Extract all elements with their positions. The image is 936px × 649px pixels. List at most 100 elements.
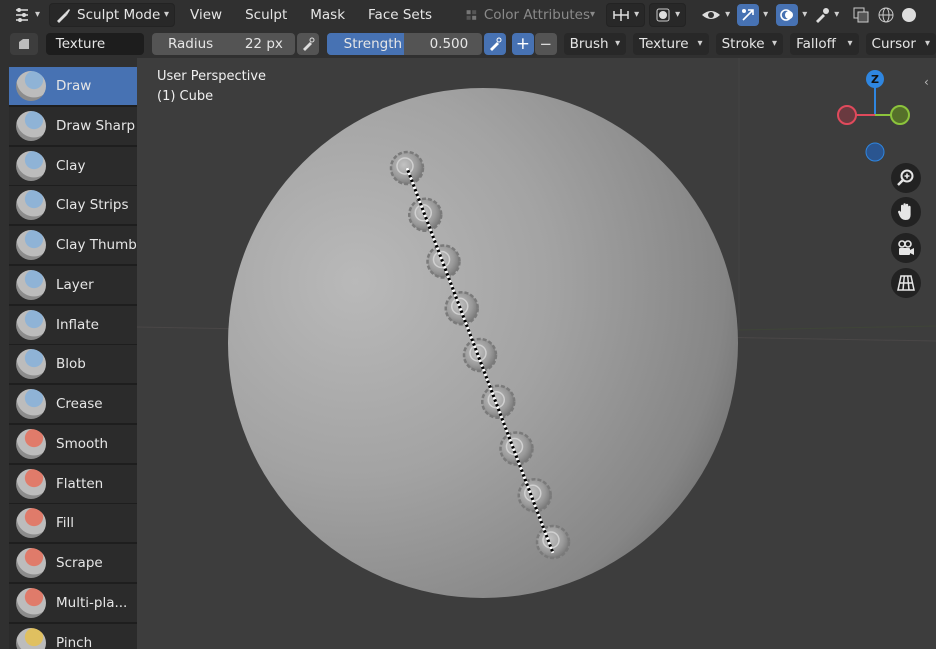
material-shading-button[interactable] — [898, 3, 920, 27]
tool-scrape[interactable]: Scrape — [9, 544, 137, 582]
camera-view-button[interactable] — [891, 233, 921, 263]
tool-clay-strips[interactable]: Clay Strips — [9, 186, 137, 225]
3d-viewport[interactable]: User Perspective (1) Cube — [137, 58, 936, 649]
strength-value: 0.500 — [429, 35, 469, 52]
zoom-button[interactable] — [891, 163, 921, 193]
brush-dab — [535, 524, 571, 560]
brush-icon — [16, 190, 46, 221]
stroke-dropdown[interactable]: Stroke ▾ — [715, 32, 784, 55]
direction-add-button[interactable]: + — [512, 32, 534, 55]
viewport-object-label: (1) Cube — [157, 89, 214, 104]
falloff-dropdown-label: Falloff — [796, 35, 836, 52]
tool-draw[interactable]: Draw — [9, 67, 137, 105]
brush-icon — [16, 269, 46, 300]
strength-label: Strength — [343, 35, 403, 52]
chevron-down-icon: ▾ — [164, 9, 170, 20]
tool-pinch[interactable]: Pinch — [9, 623, 137, 649]
tool-multi-pla[interactable]: Multi-pla... — [9, 583, 137, 622]
brush-dropdown[interactable]: Brush ▾ — [563, 32, 627, 55]
eyedropper-icon — [816, 7, 830, 23]
color-attributes-icon — [466, 9, 477, 20]
tool-crease[interactable]: Crease — [9, 385, 137, 423]
radius-pressure-toggle[interactable] — [296, 32, 319, 55]
strength-field[interactable]: Strength 0.500 — [326, 32, 483, 55]
direction-subtract-button[interactable]: − — [534, 32, 557, 55]
menu-view[interactable]: View — [185, 3, 227, 27]
tool-clay-thumb[interactable]: Clay Thumb — [9, 226, 137, 264]
solid-sphere-icon — [902, 7, 917, 22]
brush-icon — [16, 71, 46, 101]
tool-flatten[interactable]: Flatten — [9, 464, 137, 503]
radius-label: Radius — [167, 35, 214, 52]
axis-z-negative[interactable] — [865, 142, 885, 162]
hand-icon — [897, 203, 911, 220]
tool-draw-sharp[interactable]: Draw Sharp — [9, 106, 137, 145]
chevron-down-icon: ▾ — [763, 9, 769, 20]
sculpt-brush-icon — [57, 8, 71, 23]
menu-face-sets[interactable]: Face Sets — [363, 3, 437, 27]
texture-field-label: Texture — [55, 35, 106, 52]
tool-blob[interactable]: Blob — [9, 345, 137, 384]
tool-label: Crease — [56, 396, 103, 412]
symmetry-dropdown[interactable]: ▾ — [606, 2, 646, 27]
tool-label: Scrape — [56, 555, 103, 571]
axis-z-label: Z — [871, 73, 879, 86]
mode-label: Sculpt Mode — [77, 6, 161, 23]
brush-icon — [16, 548, 46, 578]
axis-y-negative[interactable] — [837, 105, 857, 125]
editor-type-button[interactable]: ▾ — [8, 3, 45, 27]
pen-pressure-icon — [302, 37, 315, 51]
tool-label: Clay — [56, 157, 86, 174]
perspective-toggle-button[interactable] — [891, 268, 921, 298]
plus-icon: + — [515, 33, 531, 54]
tool-clay[interactable]: Clay — [9, 146, 137, 185]
shading-dropdown[interactable]: ▾ — [649, 2, 687, 27]
gizmo-toggle[interactable]: ▾ — [737, 3, 768, 27]
navigation-gizmo[interactable]: Z — [825, 66, 925, 176]
sidebar-toggle-arrow[interactable]: ‹ — [924, 75, 929, 89]
tool-layer[interactable]: Layer — [9, 265, 137, 304]
chevron-down-icon: ▾ — [590, 9, 596, 20]
gizmo-icon — [737, 3, 760, 26]
visibility-dropdown[interactable]: ▾ — [696, 3, 735, 27]
chevron-down-icon: ▾ — [772, 38, 778, 49]
falloff-dropdown[interactable]: Falloff ▾ — [790, 32, 859, 55]
brush-icon — [16, 468, 46, 499]
radius-value: 22 px — [244, 35, 283, 52]
mask-tool-dropdown[interactable]: ▾ — [809, 3, 844, 27]
texture-dropdown[interactable]: Texture ▾ — [633, 32, 709, 55]
xray-toggle[interactable] — [850, 3, 872, 27]
overlay-toggle[interactable]: ▾ — [776, 3, 807, 27]
tool-label: Draw Sharp — [56, 117, 136, 134]
solid-shading-button[interactable] — [874, 3, 898, 27]
axis-y-positive[interactable] — [890, 105, 910, 125]
cursor-dropdown[interactable]: Cursor ▾ — [865, 32, 936, 55]
tool-label: Flatten — [56, 475, 104, 492]
chevron-down-icon: ▾ — [634, 9, 640, 20]
tool-label: Blob — [56, 356, 86, 373]
tool-inflate[interactable]: Inflate — [9, 305, 137, 344]
brush-dab — [462, 337, 498, 373]
color-attributes-label: Color Attributes — [483, 6, 591, 23]
chevron-down-icon: ▾ — [675, 9, 681, 20]
brush-icon — [16, 587, 46, 618]
radius-field[interactable]: Radius 22 px — [151, 32, 295, 55]
chevron-down-icon: ▾ — [35, 9, 41, 20]
mode-selector[interactable]: Sculpt Mode ▾ — [49, 2, 176, 27]
brush-thumbnail[interactable] — [10, 32, 38, 55]
tool-fill[interactable]: Fill — [9, 504, 137, 543]
chevron-down-icon: ▾ — [802, 9, 808, 20]
menu-sculpt[interactable]: Sculpt — [240, 3, 292, 27]
minus-icon: − — [539, 34, 553, 53]
pan-button[interactable] — [891, 197, 921, 227]
tool-label: Draw — [56, 78, 92, 94]
menu-mask[interactable]: Mask — [305, 3, 350, 27]
strength-pressure-toggle[interactable] — [484, 32, 507, 55]
texture-field[interactable]: Texture — [45, 32, 144, 55]
tool-smooth[interactable]: Smooth — [9, 424, 137, 463]
color-attributes-dropdown[interactable]: Color Attributes ▾ — [460, 3, 600, 27]
brush-icon — [16, 349, 46, 380]
viewport-canvas[interactable] — [137, 58, 936, 649]
brush-icon — [16, 428, 46, 459]
zoom-icon — [897, 169, 914, 186]
